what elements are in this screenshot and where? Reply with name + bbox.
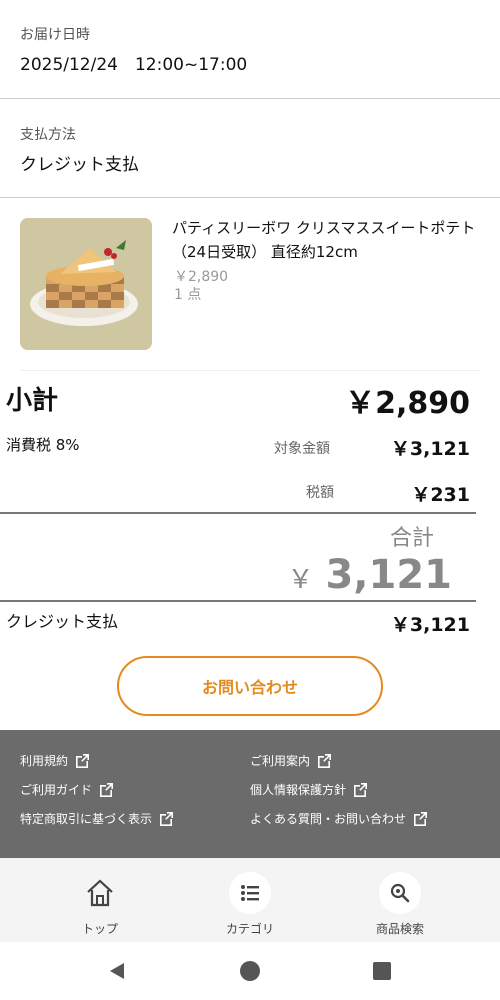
product-name: パティスリーボワ クリスマススイートポテト（24日受取） 直径約12cm (172, 219, 476, 261)
tax-amount-value: ￥231 (411, 484, 470, 506)
taxable-amount-label: 対象金額 (274, 441, 330, 457)
footer-link-terms[interactable]: 利用規約 (20, 752, 90, 769)
home-circle-icon[interactable] (239, 960, 261, 982)
total-label: 合計 (390, 526, 435, 551)
home-icon (79, 872, 121, 914)
external-link-icon (318, 753, 332, 768)
product-image (20, 218, 152, 350)
divider (0, 600, 476, 602)
external-link-icon (354, 782, 368, 797)
divider (0, 98, 500, 99)
subtotal-value: ￥2,890 (345, 386, 470, 421)
system-nav-bar (0, 942, 500, 1000)
tab-product-search[interactable]: 商品検索 (340, 858, 460, 942)
footer-link-label: 特定商取引に基づく表示 (20, 812, 153, 826)
footer-link-user-guide[interactable]: ご利用ガイド (20, 781, 114, 798)
recents-icon[interactable] (372, 961, 392, 981)
product-quantity: 1 点 (174, 287, 202, 303)
total-amount: 3,121 (325, 552, 452, 598)
footer-link-label: よくある質問・お問い合わせ (250, 812, 407, 826)
payment-value: クレジット支払 (20, 155, 139, 175)
taxable-amount-value: ￥3,121 (390, 438, 470, 460)
footer-link-label: ご利用案内 (250, 754, 311, 768)
external-link-icon (100, 782, 114, 797)
footer-link-label: 利用規約 (20, 754, 69, 768)
tab-label: トップ (81, 922, 118, 936)
product-price: ￥2,890 (174, 269, 229, 285)
external-link-icon (76, 753, 90, 768)
tab-label: カテゴリ (225, 922, 274, 936)
external-link-icon (414, 811, 428, 826)
tab-top[interactable]: トップ (40, 858, 160, 942)
tab-category[interactable]: カテゴリ (190, 858, 310, 942)
list-icon (229, 872, 271, 914)
external-link-icon (160, 811, 174, 826)
back-icon[interactable] (106, 960, 128, 982)
tax-amount-label: 税額 (306, 485, 334, 501)
delivery-label: お届け日時 (20, 27, 90, 43)
bottom-tab-bar: トップ カテゴリ 商品検索 (0, 858, 500, 942)
divider (0, 197, 500, 198)
payment-label: 支払方法 (20, 127, 76, 143)
divider (20, 370, 480, 371)
footer-link-guide-info[interactable]: ご利用案内 (250, 752, 332, 769)
subtotal-label: 小計 (6, 386, 59, 416)
total-currency: ￥ (287, 565, 314, 595)
total-value: ￥ 3,121 (287, 552, 452, 598)
tax-rate-label: 消費税 8% (6, 436, 80, 454)
footer-link-faq-contact[interactable]: よくある質問・お問い合わせ (250, 810, 428, 827)
footer-link-label: 個人情報保護方針 (250, 783, 347, 797)
payment-method-label: クレジット支払 (6, 612, 119, 631)
footer-link-label: ご利用ガイド (20, 783, 93, 797)
footer-link-privacy[interactable]: 個人情報保護方針 (250, 781, 368, 798)
delivery-value: 2025/12/24 12:00~17:00 (20, 55, 248, 75)
footer-link-commerce-law[interactable]: 特定商取引に基づく表示 (20, 810, 174, 827)
search-icon (379, 872, 421, 914)
footer: 利用規約 ご利用案内 ご利用ガイド 個人情報保護方針 特定商取引に基づく表示 よ… (0, 730, 500, 858)
payment-method-value: ￥3,121 (390, 614, 470, 636)
divider (0, 512, 476, 514)
contact-button[interactable]: お問い合わせ (117, 656, 383, 716)
tab-label: 商品検索 (375, 922, 424, 936)
